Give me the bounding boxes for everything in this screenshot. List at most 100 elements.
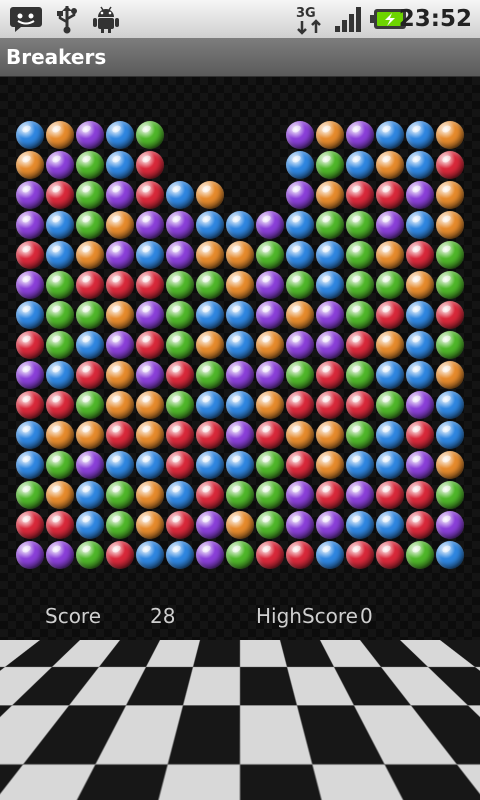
red-gem[interactable] [376, 541, 404, 569]
red-gem[interactable] [16, 331, 44, 359]
red-gem[interactable] [76, 361, 104, 389]
orange-gem[interactable] [16, 151, 44, 179]
purple-gem[interactable] [196, 541, 224, 569]
blue-gem[interactable] [106, 451, 134, 479]
purple-gem[interactable] [16, 211, 44, 239]
orange-gem[interactable] [196, 181, 224, 209]
orange-gem[interactable] [136, 481, 164, 509]
purple-gem[interactable] [196, 511, 224, 539]
purple-gem[interactable] [256, 211, 284, 239]
red-gem[interactable] [196, 421, 224, 449]
green-gem[interactable] [226, 541, 254, 569]
orange-gem[interactable] [136, 421, 164, 449]
orange-gem[interactable] [76, 241, 104, 269]
orange-gem[interactable] [226, 271, 254, 299]
purple-gem[interactable] [226, 361, 254, 389]
green-gem[interactable] [166, 301, 194, 329]
green-gem[interactable] [76, 541, 104, 569]
green-gem[interactable] [346, 241, 374, 269]
green-gem[interactable] [76, 301, 104, 329]
newgame-button[interactable]: Newgame [23, 660, 159, 720]
purple-gem[interactable] [406, 451, 434, 479]
green-gem[interactable] [226, 481, 254, 509]
orange-gem[interactable] [436, 121, 464, 149]
purple-gem[interactable] [316, 331, 344, 359]
green-gem[interactable] [76, 181, 104, 209]
orange-gem[interactable] [406, 271, 434, 299]
orange-gem[interactable] [316, 181, 344, 209]
purple-gem[interactable] [286, 511, 314, 539]
green-gem[interactable] [286, 271, 314, 299]
blue-gem[interactable] [346, 451, 374, 479]
green-gem[interactable] [256, 511, 284, 539]
purple-gem[interactable] [286, 481, 314, 509]
blue-gem[interactable] [16, 421, 44, 449]
purple-gem[interactable] [136, 211, 164, 239]
red-gem[interactable] [376, 481, 404, 509]
blue-gem[interactable] [136, 541, 164, 569]
blue-gem[interactable] [286, 241, 314, 269]
purple-gem[interactable] [46, 151, 74, 179]
red-gem[interactable] [316, 481, 344, 509]
purple-gem[interactable] [106, 241, 134, 269]
blue-gem[interactable] [196, 211, 224, 239]
green-gem[interactable] [166, 331, 194, 359]
purple-gem[interactable] [76, 121, 104, 149]
blue-gem[interactable] [76, 511, 104, 539]
orange-gem[interactable] [76, 421, 104, 449]
green-gem[interactable] [316, 211, 344, 239]
blue-gem[interactable] [436, 541, 464, 569]
red-gem[interactable] [406, 481, 434, 509]
purple-gem[interactable] [406, 391, 434, 419]
orange-gem[interactable] [106, 361, 134, 389]
green-gem[interactable] [46, 301, 74, 329]
red-gem[interactable] [166, 451, 194, 479]
green-gem[interactable] [106, 511, 134, 539]
orange-gem[interactable] [196, 331, 224, 359]
red-gem[interactable] [286, 541, 314, 569]
purple-gem[interactable] [106, 181, 134, 209]
blue-gem[interactable] [106, 151, 134, 179]
blue-gem[interactable] [376, 361, 404, 389]
blue-gem[interactable] [166, 541, 194, 569]
red-gem[interactable] [316, 391, 344, 419]
blue-gem[interactable] [406, 331, 434, 359]
red-gem[interactable] [406, 511, 434, 539]
purple-gem[interactable] [136, 361, 164, 389]
blue-gem[interactable] [316, 271, 344, 299]
orange-gem[interactable] [286, 301, 314, 329]
orange-gem[interactable] [46, 421, 74, 449]
purple-gem[interactable] [106, 331, 134, 359]
red-gem[interactable] [16, 391, 44, 419]
red-gem[interactable] [346, 541, 374, 569]
red-gem[interactable] [256, 541, 284, 569]
red-gem[interactable] [106, 421, 134, 449]
blue-gem[interactable] [136, 451, 164, 479]
red-gem[interactable] [106, 271, 134, 299]
purple-gem[interactable] [166, 211, 194, 239]
purple-gem[interactable] [76, 451, 104, 479]
green-gem[interactable] [316, 151, 344, 179]
blue-gem[interactable] [406, 301, 434, 329]
red-gem[interactable] [286, 451, 314, 479]
green-gem[interactable] [436, 271, 464, 299]
green-gem[interactable] [376, 391, 404, 419]
purple-gem[interactable] [226, 421, 254, 449]
green-gem[interactable] [376, 271, 404, 299]
green-gem[interactable] [286, 361, 314, 389]
ranking-button[interactable]: Ranking [173, 660, 309, 720]
green-gem[interactable] [256, 451, 284, 479]
blue-gem[interactable] [16, 121, 44, 149]
blue-gem[interactable] [436, 421, 464, 449]
orange-gem[interactable] [376, 331, 404, 359]
green-gem[interactable] [346, 421, 374, 449]
purple-gem[interactable] [16, 181, 44, 209]
orange-gem[interactable] [436, 451, 464, 479]
purple-gem[interactable] [286, 331, 314, 359]
red-gem[interactable] [346, 331, 374, 359]
blue-gem[interactable] [76, 331, 104, 359]
blue-gem[interactable] [226, 331, 254, 359]
green-gem[interactable] [196, 271, 224, 299]
purple-gem[interactable] [256, 271, 284, 299]
orange-gem[interactable] [256, 391, 284, 419]
